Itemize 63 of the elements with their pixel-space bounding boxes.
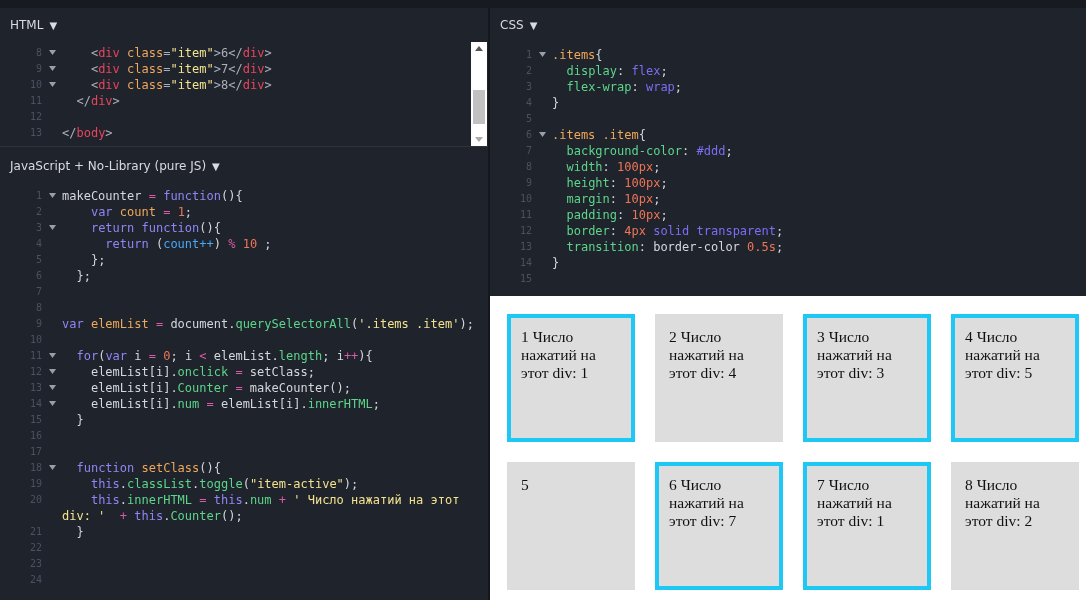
fold-arrow-icon[interactable] bbox=[538, 132, 546, 137]
code-line: .items{ bbox=[552, 47, 604, 63]
result-item[interactable]: 3 Число нажатий на этот div: 3 bbox=[803, 314, 931, 442]
code-line: elemList[i].Counter = makeCounter(); bbox=[89, 380, 352, 396]
caret-icon[interactable]: ▼ bbox=[529, 19, 538, 31]
result-item[interactable]: 4 Число нажатий на этот div: 5 bbox=[951, 314, 1079, 442]
up-arrow-icon[interactable] bbox=[475, 46, 483, 51]
code-line: padding: 10px; bbox=[565, 207, 669, 223]
fold-arrow-icon[interactable] bbox=[48, 66, 56, 71]
result-item[interactable]: 2 Число нажатий на этот div: 4 bbox=[655, 314, 783, 442]
fold-arrow-icon[interactable] bbox=[48, 193, 56, 198]
fold-arrow-icon[interactable] bbox=[48, 225, 56, 230]
code-line: elemList[i].onclick = setClass; bbox=[89, 364, 316, 380]
panel-title[interactable]: HTML bbox=[10, 18, 44, 32]
code-line: makeCounter = function(){ bbox=[62, 188, 244, 204]
fold-arrow-icon[interactable] bbox=[48, 82, 56, 87]
code-line: return function(){ bbox=[89, 220, 222, 236]
result-item[interactable]: 1 Число нажатий на этот div: 1 bbox=[507, 314, 635, 442]
code-line: var elemList = document.querySelectorAll('.items .item'); bbox=[62, 316, 475, 332]
code-line: }; bbox=[75, 268, 92, 284]
code-line: display: flex; bbox=[565, 63, 669, 79]
code-line: background-color: #ddd; bbox=[565, 143, 734, 159]
code-line: } bbox=[75, 412, 85, 428]
code-line: transition: border-color 0.5s; bbox=[565, 239, 785, 255]
code-line: </body> bbox=[62, 125, 114, 141]
code-line: this.innerHTML = this.num + ' Число нажатий на этот div: ' + this.Counter(); bbox=[62, 492, 461, 524]
code-line: <div class="item">7</div> bbox=[89, 61, 273, 77]
fold-arrow-icon[interactable] bbox=[48, 385, 56, 390]
result-item[interactable]: 7 Число нажатий на этот div: 1 bbox=[803, 462, 931, 590]
fold-arrow-icon[interactable] bbox=[48, 401, 56, 406]
fold-arrow-icon[interactable] bbox=[538, 52, 546, 57]
caret-icon[interactable]: ▼ bbox=[212, 160, 220, 172]
result-item[interactable]: 5 bbox=[507, 462, 635, 590]
code-line: } bbox=[552, 95, 561, 111]
panel-title[interactable]: JavaScript + No-Library (pure JS) bbox=[10, 159, 207, 173]
code-line: }; bbox=[89, 252, 107, 268]
code-line: .items .item{ bbox=[552, 127, 647, 143]
result-item[interactable]: 6 Число нажатий на этот div: 7 bbox=[655, 462, 783, 590]
code-line: </div> bbox=[75, 93, 121, 109]
code-line: return (count++) % 10 ; bbox=[104, 236, 273, 252]
code-line: border: 4px solid transparent; bbox=[565, 223, 785, 239]
code-line: var count = 1; bbox=[89, 204, 194, 220]
code-line: <div class="item">6</div> bbox=[89, 45, 273, 61]
code-line: flex-wrap: wrap; bbox=[565, 79, 684, 95]
result-item[interactable]: 8 Число нажатий на этот div: 2 bbox=[951, 462, 1079, 590]
fold-arrow-icon[interactable] bbox=[48, 369, 56, 374]
code-line: } bbox=[552, 255, 561, 271]
code-line: function setClass(){ bbox=[75, 460, 222, 476]
fold-arrow-icon[interactable] bbox=[48, 353, 56, 358]
panel-title[interactable]: CSS bbox=[500, 18, 524, 32]
code-line: for(var i = 0; i < elemList.length; i++){ bbox=[75, 348, 374, 364]
code-line: margin: 10px; bbox=[565, 191, 662, 207]
code-line: width: 100px; bbox=[565, 159, 662, 175]
scrollbar[interactable] bbox=[471, 42, 487, 146]
code-line: this.classList.toggle("item-active"); bbox=[89, 476, 360, 492]
code-line: <div class="item">8</div> bbox=[89, 77, 273, 93]
fold-arrow-icon[interactable] bbox=[48, 465, 56, 470]
scroll-thumb[interactable] bbox=[473, 90, 485, 124]
caret-icon[interactable]: ▼ bbox=[49, 19, 58, 31]
code-line: height: 100px; bbox=[565, 175, 669, 191]
code-line: } bbox=[75, 524, 85, 540]
code-line: elemList[i].num = elemList[i].innerHTML; bbox=[89, 396, 381, 412]
fold-arrow-icon[interactable] bbox=[48, 50, 56, 55]
